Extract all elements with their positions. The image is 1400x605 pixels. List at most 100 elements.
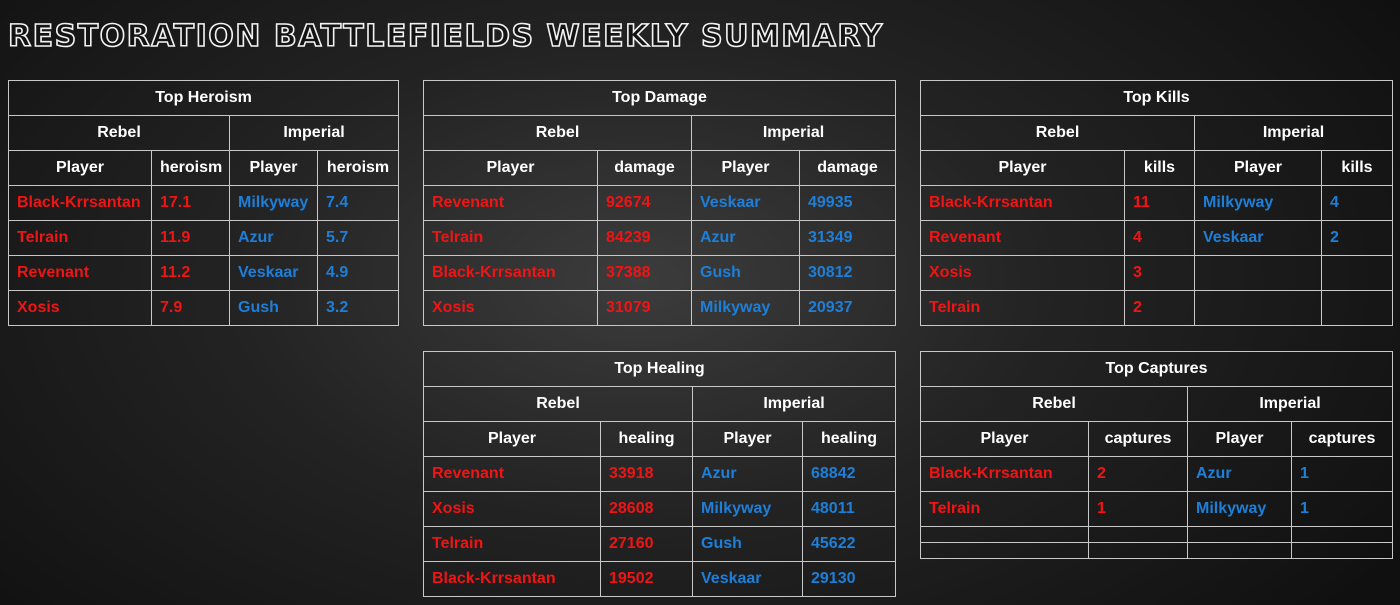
kills-rebel-stat-col: kills (1124, 150, 1195, 186)
table-row: Black-Krrsantan 37388 Gush 30812 (423, 255, 897, 291)
imperial-player (1187, 542, 1292, 559)
rebel-value: 7.9 (151, 290, 230, 326)
imperial-value: 29130 (802, 561, 896, 597)
imperial-player: Milkyway (1187, 491, 1292, 527)
rebel-player: Black-Krrsantan (423, 561, 601, 597)
heroism-imperial-player-col: Player (229, 150, 318, 186)
table-row (920, 526, 1393, 543)
rebel-value (1088, 542, 1188, 559)
imperial-player: Azur (1187, 456, 1292, 492)
rebel-value: 2 (1124, 290, 1195, 326)
damage-rebel-stat-col: damage (597, 150, 692, 186)
rebel-player: Black-Krrsantan (423, 255, 598, 291)
rebel-player: Xosis (8, 290, 152, 326)
rebel-value: 31079 (597, 290, 692, 326)
imperial-value (1291, 542, 1393, 559)
table-row: Telrain 27160 Gush 45622 (423, 526, 896, 562)
rebel-value: 27160 (600, 526, 693, 562)
imperial-value: 31349 (798, 220, 897, 256)
damage-imperial-header: Imperial (690, 115, 897, 151)
kills-imperial-player-col: Player (1194, 150, 1322, 186)
imperial-value (1291, 526, 1393, 543)
table-row (920, 542, 1393, 559)
imperial-value: 7.4 (316, 185, 400, 221)
healing-imperial-header: Imperial (692, 386, 896, 422)
imperial-value: 5.7 (316, 220, 400, 256)
damage-imperial-stat-col: damage (798, 150, 897, 186)
imperial-player: Gush (692, 526, 803, 562)
damage-imperial-player-col: Player (691, 150, 800, 186)
rebel-value: 33918 (600, 456, 693, 492)
captures-imperial-stat-col: captures (1291, 421, 1393, 457)
imperial-value (1321, 255, 1393, 291)
imperial-value: 20937 (798, 290, 897, 326)
rebel-value: 1 (1088, 491, 1188, 527)
captures-rebel-player-col: Player (920, 421, 1089, 457)
rebel-player: Xosis (423, 491, 601, 527)
table-row: Telrain 1 Milkyway 1 (920, 491, 1393, 527)
rebel-value (1088, 526, 1188, 543)
rebel-value: 11.2 (151, 255, 230, 291)
rebel-player: Revenant (423, 185, 598, 221)
rebel-player: Black-Krrsantan (920, 456, 1089, 492)
rebel-player: Telrain (920, 290, 1125, 326)
rebel-player: Telrain (423, 526, 601, 562)
rebel-value: 17.1 (151, 185, 230, 221)
kills-title: Top Kills (920, 80, 1393, 116)
table-row: Telrain 11.9 Azur 5.7 (8, 220, 400, 256)
healing-rebel-stat-col: healing (600, 421, 693, 457)
rebel-player: Xosis (920, 255, 1125, 291)
rebel-player: Revenant (920, 220, 1125, 256)
kills-rebel-player-col: Player (920, 150, 1125, 186)
rebel-value: 84239 (597, 220, 692, 256)
imperial-value (1321, 290, 1393, 326)
damage-rebel-player-col: Player (423, 150, 598, 186)
kills-imperial-header: Imperial (1194, 115, 1393, 151)
rebel-value: 37388 (597, 255, 692, 291)
table-row: Black-Krrsantan 11 Milkyway 4 (920, 185, 1393, 221)
heroism-rebel-player-col: Player (8, 150, 152, 186)
heroism-table: Top Heroism Rebel Imperial Player herois… (7, 80, 400, 326)
rebel-player: Xosis (423, 290, 598, 326)
healing-title: Top Healing (423, 351, 896, 387)
imperial-value: 1 (1291, 491, 1393, 527)
imperial-player: Azur (691, 220, 800, 256)
damage-rebel-header: Rebel (423, 115, 692, 151)
table-row: Telrain 84239 Azur 31349 (423, 220, 897, 256)
table-row: Xosis 28608 Milkyway 48011 (423, 491, 896, 527)
imperial-player: Veskaar (229, 255, 318, 291)
rebel-player: Telrain (423, 220, 598, 256)
imperial-player: Azur (229, 220, 318, 256)
imperial-player: Milkyway (692, 491, 803, 527)
table-row: Black-Krrsantan 19502 Veskaar 29130 (423, 561, 896, 597)
rebel-value: 19502 (600, 561, 693, 597)
healing-table: Top Healing Rebel Imperial Player healin… (423, 351, 896, 597)
rebel-player (920, 526, 1089, 543)
rebel-value: 28608 (600, 491, 693, 527)
rebel-player (920, 542, 1089, 559)
captures-title: Top Captures (920, 351, 1393, 387)
rebel-value: 3 (1124, 255, 1195, 291)
imperial-player: Milkyway (1194, 185, 1322, 221)
rebel-player: Telrain (920, 491, 1089, 527)
imperial-player: Veskaar (691, 185, 800, 221)
imperial-value: 2 (1321, 220, 1393, 256)
kills-rebel-header: Rebel (920, 115, 1195, 151)
table-row: Revenant 92674 Veskaar 49935 (423, 185, 897, 221)
heroism-title: Top Heroism (7, 80, 400, 116)
imperial-value: 1 (1291, 456, 1393, 492)
imperial-value: 4.9 (316, 255, 400, 291)
imperial-player: Milkyway (229, 185, 318, 221)
table-row: Black-Krrsantan 2 Azur 1 (920, 456, 1393, 492)
heroism-imperial-header: Imperial (228, 115, 400, 151)
captures-imperial-player-col: Player (1187, 421, 1292, 457)
kills-table: Top Kills Rebel Imperial Player kills Pl… (920, 80, 1393, 326)
healing-rebel-header: Rebel (423, 386, 693, 422)
damage-table: Top Damage Rebel Imperial Player damage … (422, 80, 897, 326)
imperial-value: 48011 (802, 491, 896, 527)
table-row: Telrain 2 (920, 290, 1393, 326)
rebel-value: 4 (1124, 220, 1195, 256)
imperial-player (1194, 290, 1322, 326)
rebel-player: Black-Krrsantan (8, 185, 152, 221)
imperial-player: Milkyway (691, 290, 800, 326)
